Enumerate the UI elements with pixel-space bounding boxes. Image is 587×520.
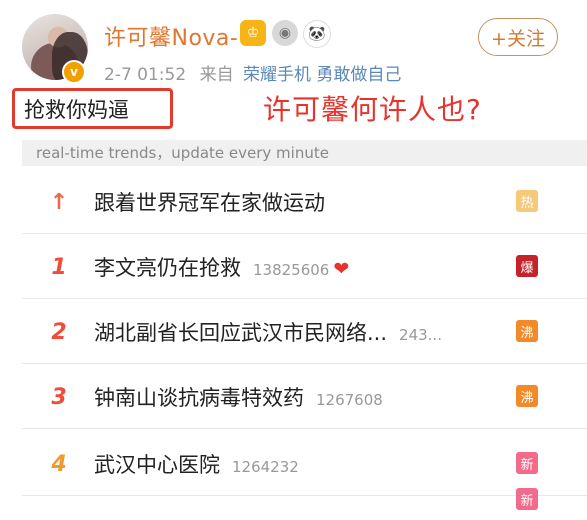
trend-row[interactable]: 4 武汉中心医院 1264232 新 [22, 432, 587, 496]
trend-title: 李文亮仍在抢救 [94, 256, 241, 280]
trend-count: 243... [399, 326, 442, 344]
pinned-icon: ↑ [49, 190, 69, 215]
trend-topic[interactable]: 钟南山谈抗病毒特效药 1267608 [94, 382, 383, 412]
rank-number: 1 [51, 255, 67, 280]
post-timestamp: 2-7 01:52 [104, 65, 187, 85]
trend-topic[interactable]: 湖北副省长回应武汉市民网络... 243... [94, 317, 442, 347]
trend-title: 跟着世界冠军在家做运动 [94, 191, 325, 215]
trend-topic[interactable]: 武汉中心医院 1264232 [94, 449, 299, 479]
hot-tag-icon: 热 [516, 190, 538, 212]
boil-tag-icon: 沸 [516, 320, 538, 342]
username[interactable]: 许可馨Nova- [104, 20, 238, 52]
highlighted-comment: 抢救你妈逼 [12, 88, 173, 129]
boom-tag-icon: 爆 [516, 255, 538, 277]
medal-badge-icon[interactable]: ◉ [272, 20, 298, 46]
heart-icon: ❤ [333, 258, 350, 280]
new-tag-icon: 新 [516, 452, 538, 474]
comment-text: 抢救你妈逼 [24, 97, 129, 122]
follow-button[interactable]: +关注 [478, 18, 558, 56]
crown-badge-icon[interactable]: ♔ [240, 20, 266, 46]
trend-row[interactable]: ↑ 跟着世界冠军在家做运动 热 [22, 170, 587, 234]
boil-tag-icon: 沸 [516, 385, 538, 407]
rank-number: 3 [51, 385, 67, 410]
trends-header: real-time trends，update every minute [22, 140, 587, 166]
source-link[interactable]: 荣耀手机 勇敢做自己 [243, 65, 401, 85]
new-tag-icon: 新 [516, 488, 538, 510]
rank-number: 4 [51, 452, 67, 477]
trend-row[interactable]: 2 湖北副省长回应武汉市民网络... 243... 沸 [22, 300, 587, 364]
panda-badge-icon[interactable]: 🐼 [303, 20, 331, 48]
trend-title: 湖北副省长回应武汉市民网络... [94, 321, 388, 345]
verified-icon: v [62, 60, 86, 84]
rank-number: 2 [51, 320, 67, 345]
post-meta: 2-7 01:52 来自 荣耀手机 勇敢做自己 [104, 60, 401, 85]
trend-count: 13825606 [253, 261, 330, 279]
overlay-caption: 许可馨何许人也? [263, 93, 482, 126]
source-prefix: 来自 [199, 65, 234, 85]
trend-count: 1267608 [316, 391, 383, 409]
trend-row[interactable]: 3 钟南山谈抗病毒特效药 1267608 沸 [22, 365, 587, 429]
trend-title: 钟南山谈抗病毒特效药 [94, 386, 304, 410]
trend-topic[interactable]: 李文亮仍在抢救 13825606 ❤ [94, 252, 349, 282]
trend-row[interactable]: 1 李文亮仍在抢救 13825606 ❤ 爆 [22, 235, 587, 299]
trend-topic[interactable]: 跟着世界冠军在家做运动 [94, 187, 325, 217]
trend-count: 1264232 [232, 458, 299, 476]
trend-title: 武汉中心医院 [94, 453, 220, 477]
